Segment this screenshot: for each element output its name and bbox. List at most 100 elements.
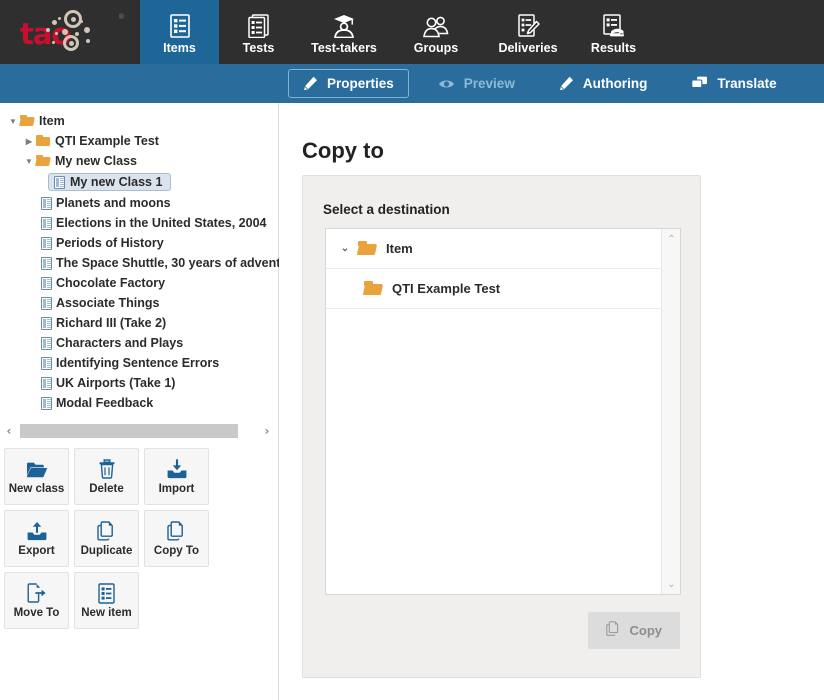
destination-item-qti-example-test[interactable]: QTI Example Test: [326, 269, 662, 309]
tab-authoring[interactable]: Authoring: [544, 69, 662, 98]
logo-dot-6: [84, 27, 90, 33]
copy-button[interactable]: Copy: [587, 612, 680, 649]
results-icon: [601, 12, 627, 38]
nav-tab-deliveries-label: Deliveries: [498, 40, 558, 55]
tree-item-planets-and-moons[interactable]: Planets and moons: [6, 193, 279, 213]
scroll-right-arrow-icon[interactable]: ›: [260, 424, 274, 438]
tree-item-associate-things[interactable]: Associate Things: [6, 293, 279, 313]
tree-item-characters-and-plays[interactable]: Characters and Plays: [6, 333, 279, 353]
action-toolbar: Properties Preview Authoring Translate: [0, 64, 824, 103]
export-icon: [26, 520, 48, 542]
copy-to-label: Copy To: [153, 545, 200, 557]
folder-open-icon: [358, 241, 377, 256]
nav-tab-test-takers-label: Test-takers: [311, 40, 377, 55]
logo-dot-4: [62, 29, 68, 35]
import-button[interactable]: Import: [144, 448, 209, 505]
tree-item-elections[interactable]: Elections in the United States, 2004: [6, 213, 279, 233]
copy-button-label: Copy: [629, 623, 663, 638]
document-icon: [41, 236, 52, 250]
translate-icon: [691, 76, 708, 91]
folder-open-icon: [20, 115, 35, 127]
document-icon: [41, 376, 52, 390]
tree-item-periods-of-history[interactable]: Periods of History: [6, 233, 279, 253]
items-icon: [169, 12, 191, 38]
duplicate-icon: [96, 520, 117, 542]
tree-item-label: The Space Shuttle, 30 years of adventure: [56, 256, 279, 270]
copy-to-button[interactable]: Copy To: [144, 510, 209, 567]
tree-item-label: UK Airports (Take 1): [56, 376, 176, 390]
chevron-down-icon[interactable]: ⌄: [332, 243, 358, 254]
nav-tab-items[interactable]: Items: [140, 0, 219, 64]
nav-tab-deliveries[interactable]: Deliveries: [482, 0, 574, 64]
tree-item-label: My new Class 1: [70, 175, 163, 189]
tree-item-uk-airports[interactable]: UK Airports (Take 1): [6, 373, 279, 393]
scrollbar-track[interactable]: [16, 424, 260, 438]
tree-item-label: Modal Feedback: [56, 396, 154, 410]
scroll-left-arrow-icon[interactable]: ‹: [2, 424, 16, 438]
nav-tab-groups[interactable]: Groups: [390, 0, 482, 64]
new-item-label: New item: [81, 607, 132, 619]
tree-item-my-new-class[interactable]: ▼ My new Class: [6, 151, 279, 171]
destination-scrollbar[interactable]: ⌃ ⌄: [661, 229, 680, 594]
tab-properties[interactable]: Properties: [288, 69, 409, 98]
tree-item-chocolate-factory[interactable]: Chocolate Factory: [6, 273, 279, 293]
tree-item-label: Richard III (Take 2): [56, 316, 167, 330]
move-to-label: Move To: [13, 607, 60, 619]
tree-item-space-shuttle[interactable]: The Space Shuttle, 30 years of adventure: [6, 253, 279, 273]
logo-dot-2: [46, 28, 50, 32]
select-destination-label: Select a destination: [323, 202, 450, 217]
new-item-button[interactable]: New item: [74, 572, 139, 629]
tests-icon: [247, 12, 270, 38]
delete-button[interactable]: Delete: [74, 448, 139, 505]
scroll-down-arrow-icon[interactable]: ⌄: [662, 576, 681, 592]
export-button[interactable]: Export: [4, 510, 69, 567]
tree-horizontal-scrollbar[interactable]: ‹ ›: [2, 421, 274, 441]
duplicate-button[interactable]: Duplicate: [74, 510, 139, 567]
tree-item-label: Periods of History: [56, 236, 164, 250]
tao-logo[interactable]: tao ®: [0, 0, 140, 64]
tree-item-modal-feedback[interactable]: Modal Feedback: [6, 393, 279, 413]
move-to-button[interactable]: Move To: [4, 572, 69, 629]
destination-item-item[interactable]: ⌄ Item: [326, 229, 662, 269]
new-class-button[interactable]: New class: [4, 448, 69, 505]
nav-tab-results[interactable]: Results: [574, 0, 653, 64]
tree-item-label: Characters and Plays: [56, 336, 184, 350]
import-label: Import: [158, 483, 195, 495]
tree-item-label: Item: [39, 114, 65, 128]
document-icon: [41, 276, 52, 290]
chevron-right-icon[interactable]: ▶: [22, 137, 36, 146]
tab-preview-label: Preview: [463, 76, 515, 91]
document-icon: [41, 336, 52, 350]
document-icon: [41, 356, 52, 370]
tab-preview[interactable]: Preview: [423, 69, 530, 98]
tab-properties-label: Properties: [327, 76, 394, 91]
tree-item-identifying-sentence-errors[interactable]: Identifying Sentence Errors: [6, 353, 279, 373]
scroll-up-arrow-icon[interactable]: ⌃: [662, 231, 681, 247]
tab-authoring-label: Authoring: [582, 76, 648, 91]
tree-item-item[interactable]: ▼ Item: [6, 111, 279, 131]
copy-to-card: Select a destination ⌄ Item QTI Example …: [302, 175, 701, 678]
test-takers-icon: [331, 12, 357, 38]
sidebar-panel: ▼ Item ▶ QTI Example Test ▼ My new Class…: [0, 103, 279, 700]
logo-dot-3: [55, 32, 58, 35]
chevron-down-icon[interactable]: ▼: [6, 117, 20, 126]
chevron-down-icon[interactable]: ▼: [22, 157, 36, 166]
resource-tree: ▼ Item ▶ QTI Example Test ▼ My new Class…: [0, 111, 279, 423]
tab-translate[interactable]: Translate: [676, 69, 791, 98]
new-item-icon: [97, 582, 116, 604]
scrollbar-thumb[interactable]: [20, 424, 238, 438]
nav-tab-test-takers[interactable]: Test-takers: [298, 0, 390, 64]
logo-dot-1: [52, 20, 57, 25]
logo-ring-small: [63, 35, 79, 51]
duplicate-label: Duplicate: [80, 545, 133, 557]
tree-item-richard-iii[interactable]: Richard III (Take 2): [6, 313, 279, 333]
tree-item-label: Identifying Sentence Errors: [56, 356, 220, 370]
nav-tab-groups-label: Groups: [413, 40, 459, 55]
tree-item-label: QTI Example Test: [55, 134, 159, 148]
nav-tab-tests[interactable]: Tests: [219, 0, 298, 64]
new-class-label: New class: [8, 483, 65, 495]
tree-item-my-new-class-1[interactable]: My new Class 1: [6, 171, 279, 193]
copy-icon: [166, 520, 187, 542]
tree-item-qti-example-test[interactable]: ▶ QTI Example Test: [6, 131, 279, 151]
copy-icon: [605, 621, 621, 640]
